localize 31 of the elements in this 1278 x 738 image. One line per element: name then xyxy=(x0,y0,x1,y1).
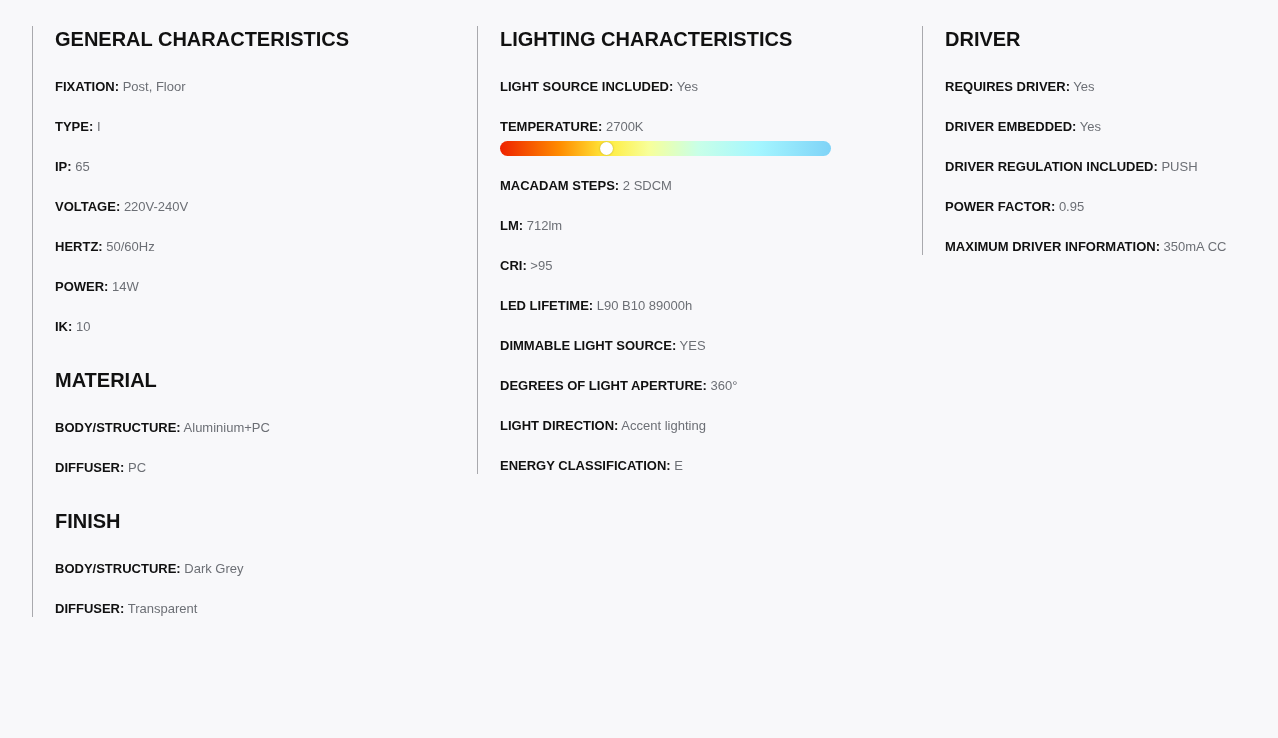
spec-text: DIMMABLE LIGHT SOURCE: YES xyxy=(500,338,707,354)
section-heading: LIGHTING CHARACTERISTICS xyxy=(500,27,794,51)
spec-text: DIFFUSER: Transparent xyxy=(55,601,199,617)
spec-text: MACADAM STEPS: 2 SDCM xyxy=(500,178,673,194)
spec-text: IK: 10 xyxy=(55,319,92,335)
spec-text: REQUIRES DRIVER: Yes xyxy=(945,79,1096,95)
spec-text: DRIVER EMBEDDED: Yes xyxy=(945,119,1103,135)
spec-text: LIGHT DIRECTION: Accent lighting xyxy=(500,418,707,434)
spec-text: BODY/STRUCTURE: Aluminium+PC xyxy=(55,420,271,436)
section-heading: DRIVER xyxy=(945,27,1022,51)
spec-text: TYPE: I xyxy=(55,119,102,135)
spec-text: DIFFUSER: PC xyxy=(55,460,148,476)
spec-text: POWER: 14W xyxy=(55,279,140,295)
spec-text: BODY/STRUCTURE: Dark Grey xyxy=(55,561,245,577)
section-heading: MATERIAL xyxy=(55,368,158,392)
spec-text: DEGREES OF LIGHT APERTURE: 360° xyxy=(500,378,739,394)
spec-text: LED LIFETIME: L90 B10 89000h xyxy=(500,298,694,314)
spec-text: FIXATION: Post, Floor xyxy=(55,79,187,95)
spec-text: CRI: >95 xyxy=(500,258,554,274)
spec-text: HERTZ: 50/60Hz xyxy=(55,239,156,255)
spec-text: TEMPERATURE: 2700K xyxy=(500,119,645,135)
section-heading: GENERAL CHARACTERISTICS xyxy=(55,27,351,51)
spec-text: ENERGY CLASSIFICATION: E xyxy=(500,458,684,474)
section-heading: FINISH xyxy=(55,509,122,533)
spec-text: MAXIMUM DRIVER INFORMATION: 350mA CC xyxy=(945,239,1228,255)
spec-text: DRIVER REGULATION INCLUDED: PUSH xyxy=(945,159,1199,175)
spec-text: VOLTAGE: 220V-240V xyxy=(55,199,190,215)
spec-text: IP: 65 xyxy=(55,159,91,175)
spec-text: LIGHT SOURCE INCLUDED: Yes xyxy=(500,79,699,95)
spec-text: LM: 712lm xyxy=(500,218,564,234)
spec-text: POWER FACTOR: 0.95 xyxy=(945,199,1086,215)
